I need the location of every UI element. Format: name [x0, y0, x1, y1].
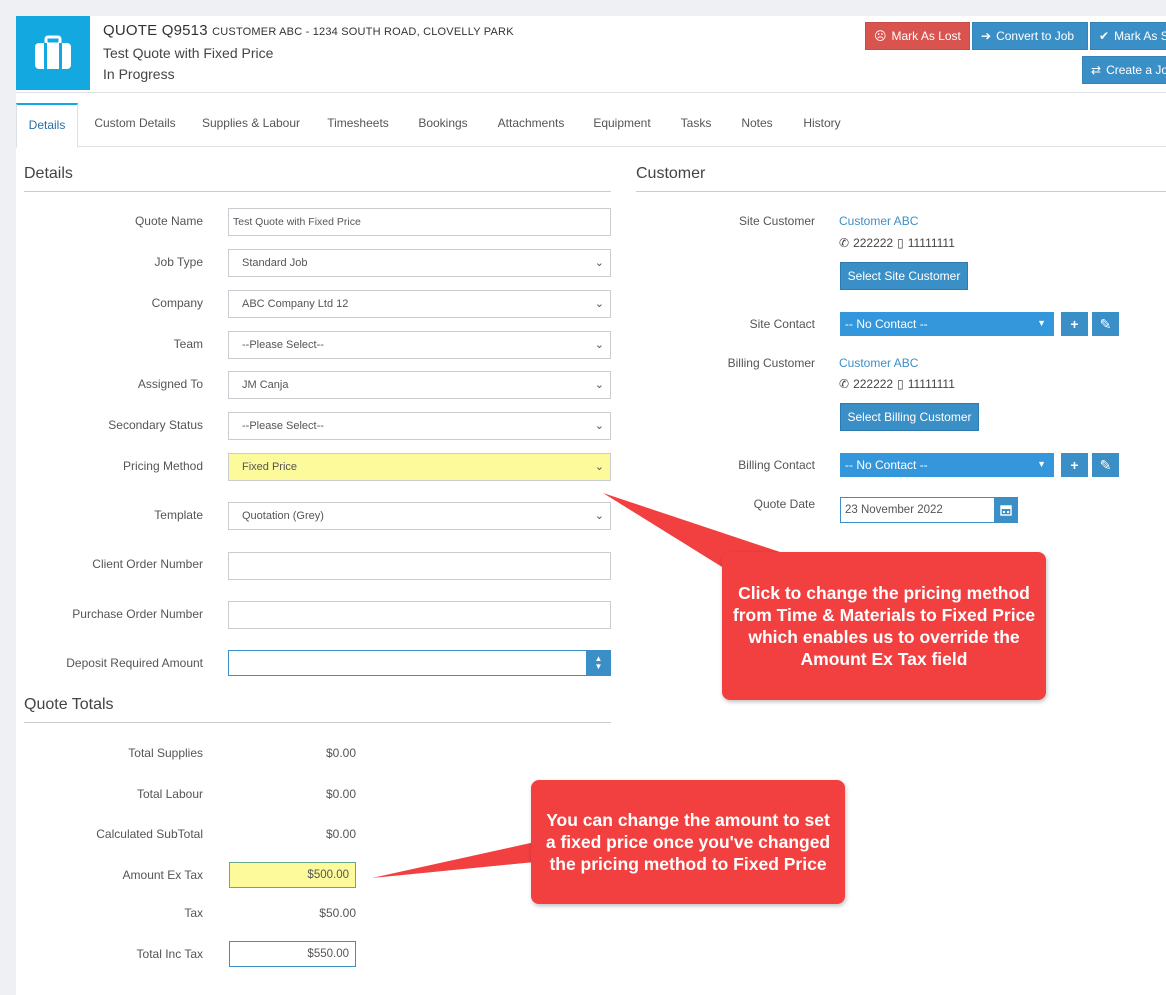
callout-amount-ex-tax: You can change the amount to set a fixed…	[531, 780, 845, 904]
callout-pricing-method: Click to change the pricing method from …	[722, 552, 1046, 700]
callout-pricing-text: Click to change the pricing method from …	[732, 583, 1036, 669]
callout-pointer-amount	[372, 842, 535, 878]
callout-amount-text: You can change the amount to set a fixed…	[545, 810, 831, 874]
